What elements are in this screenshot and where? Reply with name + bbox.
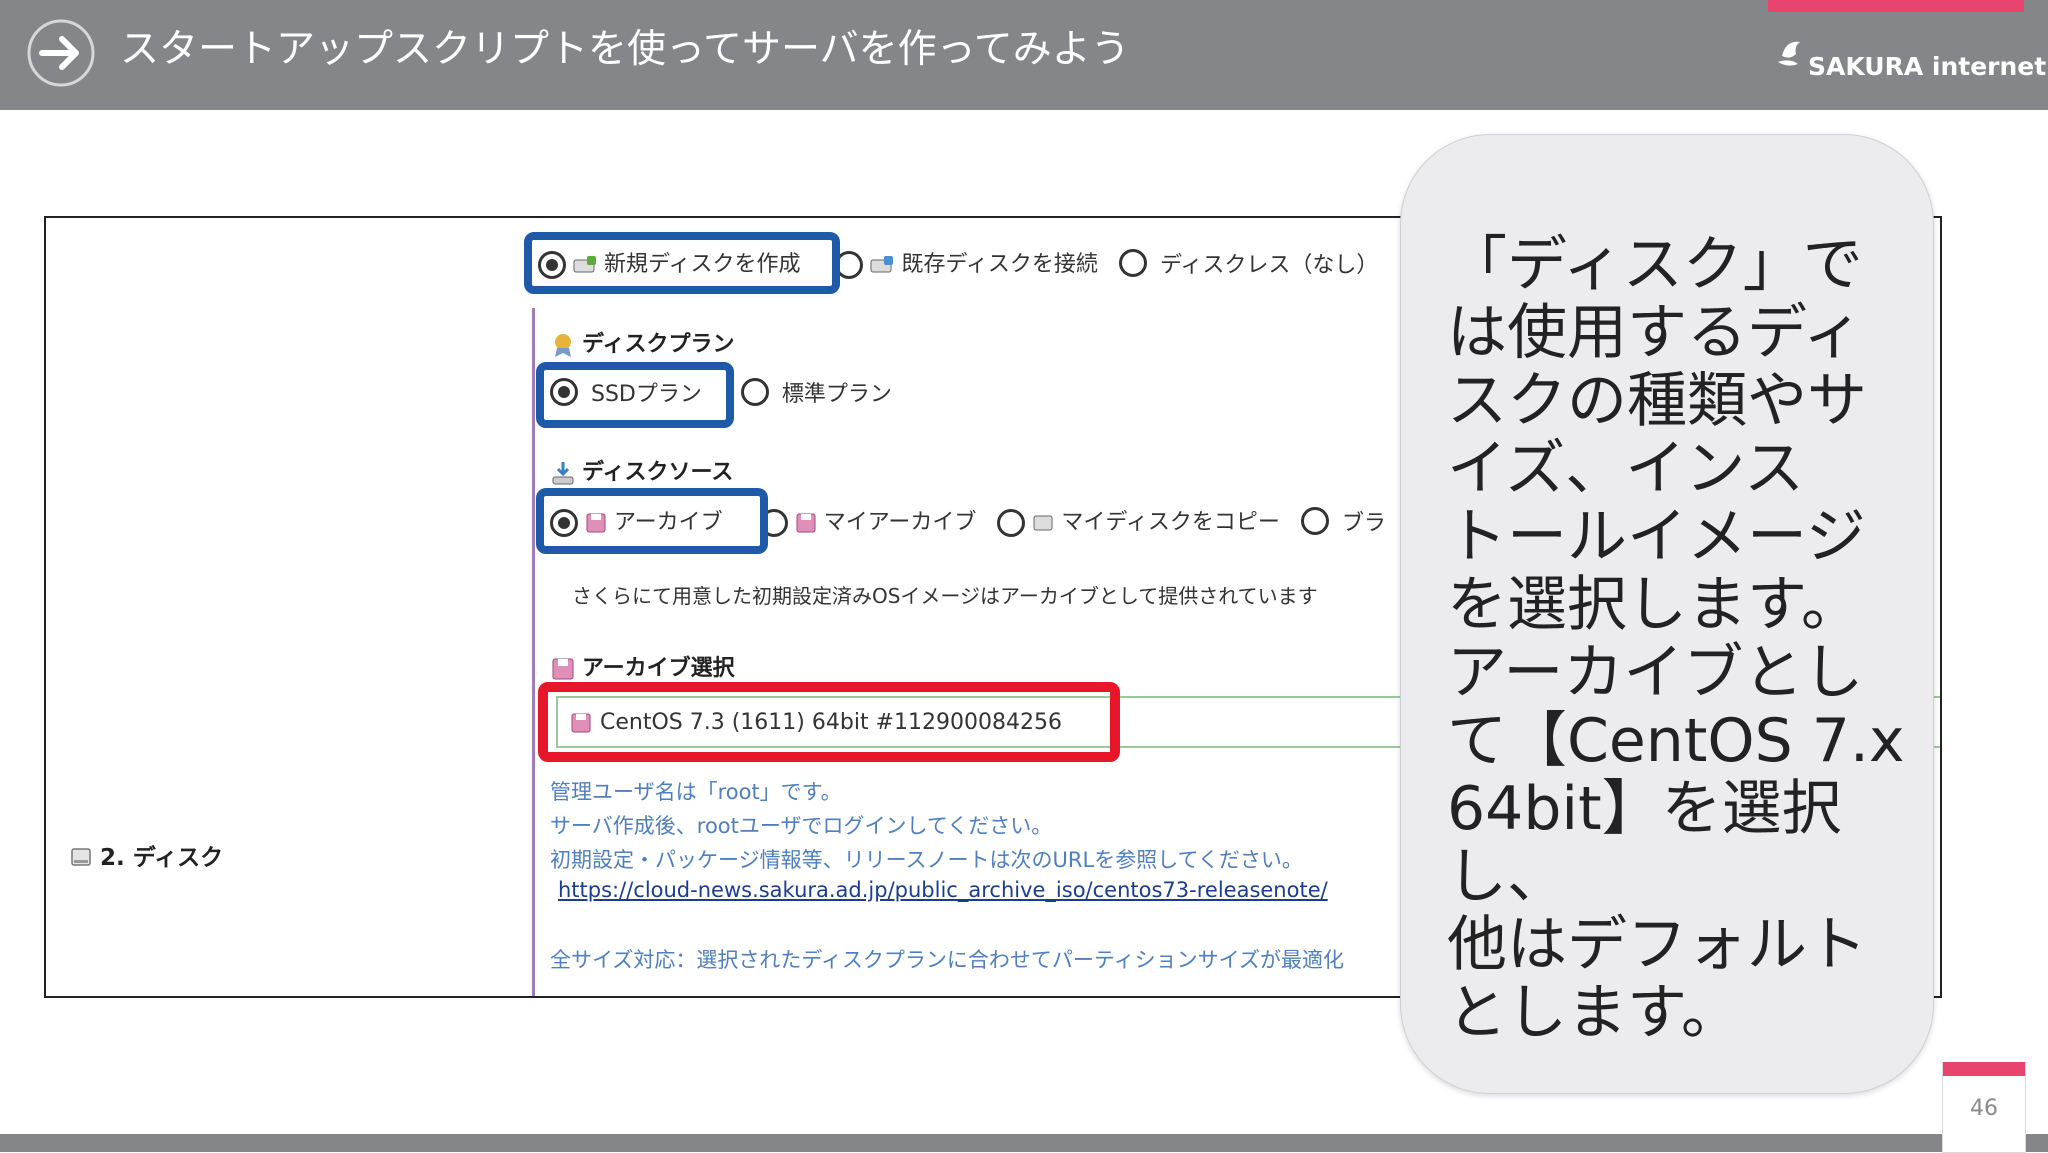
page-number: 46 [1970,1096,1998,1121]
source-heading-text: ディスクソース [582,460,734,485]
disk-icon [1033,515,1053,531]
note-size: 全サイズ対応：選択されたディスクプランに合わせてパーティションサイズが最適化 [550,948,1345,972]
diskless-label: ディスクレス（なし） [1159,252,1379,278]
highlight-new-disk [524,232,840,294]
page-number-box: 46 [1942,1062,2026,1153]
slide-title: スタートアップスクリプトを使ってサーバを作ってみよう [120,27,1130,72]
medal-icon [555,334,571,357]
section-label: 2. ディスク [70,838,223,872]
callout-bubble: 「ディスク」で は使用するディ スクの種類やサ イズ、インス トールイメージ を… [1400,134,1934,1094]
note-login: サーバ作成後、rootユーザでログインしてください。 [550,814,1053,838]
diskless-radio[interactable] [1118,248,1147,277]
callout-text: 「ディスク」で は使用するディ スクの種類やサ イズ、インス トールイメージ を… [1447,230,1905,1048]
option-standard-plan[interactable]: 標準プラン [740,376,892,408]
disk-icon [71,848,91,866]
my-archive-label: マイアーカイブ [823,510,977,535]
download-icon [552,462,574,485]
footer-bar [0,1134,2048,1152]
page-number-accent [1943,1062,2025,1076]
plan-heading: ディスクプラン [550,326,734,358]
archive-heading: アーカイブ選択 [550,650,735,682]
source-heading: ディスクソース [550,454,733,486]
sakura-logo-icon [1778,41,1800,66]
section-label-text: 2. ディスク [100,845,224,871]
highlight-archive-select [538,682,1120,762]
source-description: さくらにて用意した初期設定済みOSイメージはアーカイブとして提供されています [572,584,1318,608]
note-release-notes: 初期設定・パッケージ情報等、リリースノートは次のURLを参照してください。 [550,848,1303,872]
logo-text: SAKURA internet [1808,52,2047,81]
option-blank[interactable]: ブラ [1300,505,1386,537]
option-my-archive[interactable]: マイアーカイブ [759,504,977,537]
blank-radio[interactable] [1300,506,1329,535]
copy-my-disk-radio[interactable] [997,509,1026,537]
archive-heading-text: アーカイブ選択 [582,656,735,681]
floppy-icon [796,513,816,533]
option-existing-disk[interactable]: 既存ディスクを接続 [835,246,1098,279]
highlight-archive [536,488,768,554]
standard-plan-label: 標準プラン [781,382,892,407]
sakura-logo: SAKURA internet [1776,34,2046,84]
floppy-icon [552,658,574,680]
existing-disk-label: 既存ディスクを接続 [901,252,1098,277]
plan-heading-text: ディスクプラン [582,332,735,357]
option-copy-my-disk[interactable]: マイディスクをコピー [997,504,1280,537]
option-diskless[interactable]: ディスクレス（なし） [1118,247,1379,279]
copy-my-disk-label: マイディスクをコピー [1061,510,1280,535]
brand-accent-strip [1768,0,2024,12]
note-admin-user: 管理ユーザ名は「root」です。 [550,780,842,804]
blank-label: ブラ [1341,510,1386,536]
slide-header: スタートアップスクリプトを使ってサーバを作ってみよう SAKURA intern… [0,0,2048,110]
highlight-ssd-plan [536,362,734,428]
arrow-right-icon [27,19,95,87]
standard-plan-radio[interactable] [740,378,769,406]
disk-connect-icon [870,256,894,273]
release-note-link[interactable]: https://cloud-news.sakura.ad.jp/public_a… [558,878,1328,902]
section-divider [532,308,535,996]
